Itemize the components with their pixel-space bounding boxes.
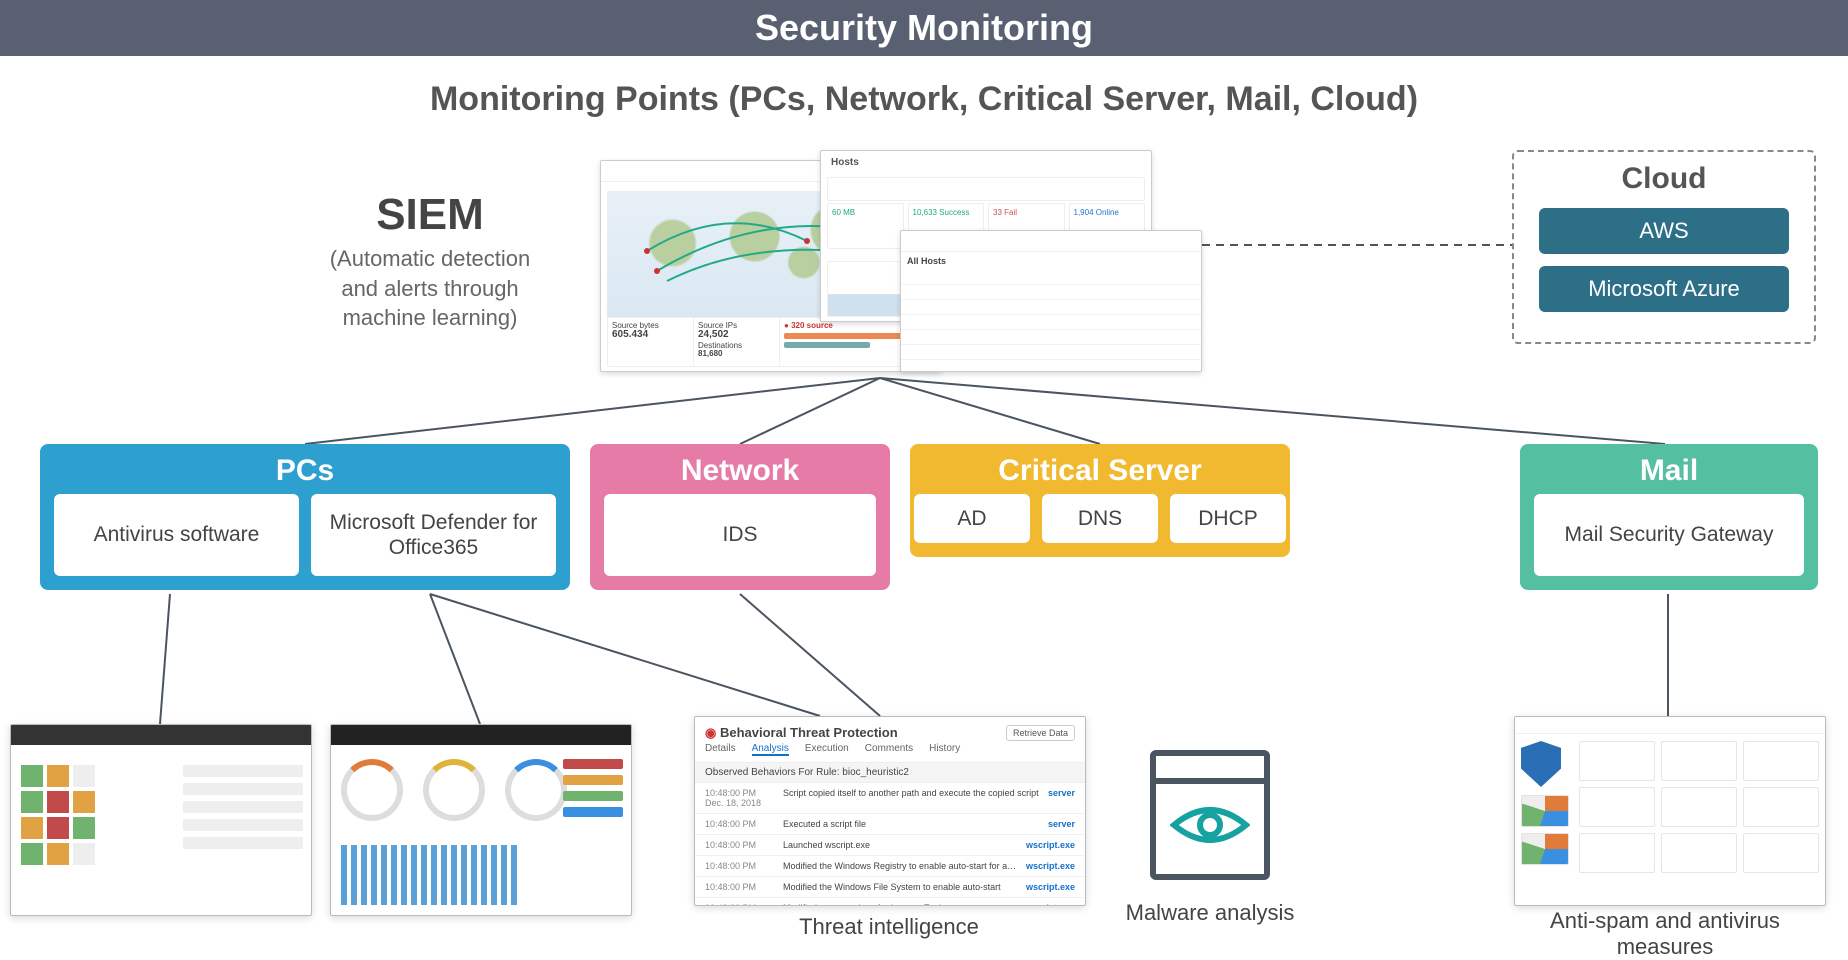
retrieve-data-button[interactable]: Retrieve Data <box>1006 725 1075 741</box>
threat-row: 10:48:00 PM Dec. 18, 2018Script copied i… <box>695 783 1085 814</box>
category-pcs-title: PCs <box>40 444 570 494</box>
pcs-item-antivirus: Antivirus software <box>54 494 299 576</box>
map-stat-1: Source bytes 605.434 <box>607 317 697 367</box>
threat-row: 10:48:00 PMExecuted a script fileserver <box>695 814 1085 835</box>
hosts-kpi-1: 60 MB <box>827 203 904 249</box>
map-stat-2: Source IPs 24,502 Destinations 81,680 <box>693 317 783 367</box>
diagram-subtitle: Monitoring Points (PCs, Network, Critica… <box>0 80 1848 119</box>
threat-intel-screenshot: ◉ Behavioral Threat Protection Retrieve … <box>694 716 1086 906</box>
defender-screenshot <box>330 724 632 916</box>
siem-description: (Automatic detection and alerts through … <box>260 244 600 333</box>
malware-analysis-icon <box>1150 750 1270 880</box>
tab-history[interactable]: History <box>929 743 960 756</box>
antivirus-screenshot <box>10 724 312 916</box>
siem-screenshots-stack: Source bytes 605.434 Source IPs 24,502 D… <box>600 150 1160 380</box>
all-hosts-title: All Hosts <box>901 252 1201 270</box>
cloud-item-azure: Microsoft Azure <box>1539 266 1789 312</box>
threat-row: 10:48:00 PMModified proxy settings for I… <box>695 898 1085 906</box>
mail-item-gateway: Mail Security Gateway <box>1534 494 1804 576</box>
network-item-ids: IDS <box>604 494 876 576</box>
header-bar: Security Monitoring <box>0 0 1848 56</box>
tab-details[interactable]: Details <box>705 743 736 756</box>
shield-icon <box>1521 741 1561 787</box>
category-server-title: Critical Server <box>910 444 1290 494</box>
siem-all-hosts-thumbnail: All Hosts <box>900 230 1202 372</box>
tab-comments[interactable]: Comments <box>865 743 913 756</box>
category-mail-title: Mail <box>1520 444 1818 494</box>
pcs-item-defender: Microsoft Defender for Office365 <box>311 494 556 576</box>
category-critical-server: Critical Server AD DNS DHCP <box>910 444 1290 557</box>
threat-panel-tabs: Details Analysis Execution Comments Hist… <box>695 743 1085 762</box>
siem-title: SIEM <box>260 190 600 240</box>
category-network-title: Network <box>590 444 890 494</box>
cloud-group: Cloud AWS Microsoft Azure <box>1512 150 1816 344</box>
tab-execution[interactable]: Execution <box>805 743 849 756</box>
caption-threat-intelligence: Threat intelligence <box>694 914 1084 940</box>
mail-security-screenshot <box>1514 716 1826 906</box>
header-title: Security Monitoring <box>755 7 1093 48</box>
server-item-dhcp: DHCP <box>1170 494 1286 543</box>
category-pcs: PCs Antivirus software Microsoft Defende… <box>40 444 570 590</box>
threat-row: 10:48:00 PMModified the Windows File Sys… <box>695 877 1085 898</box>
cloud-item-aws: AWS <box>1539 208 1789 254</box>
tab-analysis[interactable]: Analysis <box>752 743 789 756</box>
cloud-title: Cloud <box>1514 162 1814 196</box>
siem-label-block: SIEM (Automatic detection and alerts thr… <box>260 190 600 333</box>
caption-malware-analysis: Malware analysis <box>1100 900 1320 926</box>
category-network: Network IDS <box>590 444 890 590</box>
server-item-dns: DNS <box>1042 494 1158 543</box>
server-item-ad: AD <box>914 494 1030 543</box>
threat-row: 10:48:00 PMLaunched wscript.exewscript.e… <box>695 835 1085 856</box>
threat-panel-subheader: Observed Behaviors For Rule: bioc_heuris… <box>695 762 1085 783</box>
caption-anti-spam: Anti-spam and antivirus measures <box>1500 908 1830 960</box>
threat-row: 10:48:00 PMModified the Windows Registry… <box>695 856 1085 877</box>
hosts-title: Hosts <box>831 157 859 168</box>
category-mail: Mail Mail Security Gateway <box>1520 444 1818 590</box>
